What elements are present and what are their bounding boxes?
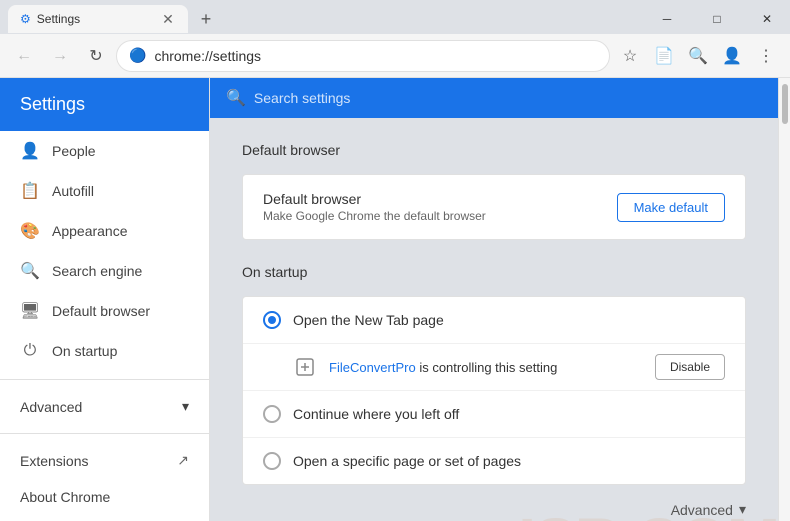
active-tab[interactable]: ⚙ Settings ✕ bbox=[8, 5, 188, 33]
site-icon: 🔵 bbox=[129, 47, 146, 64]
about-chrome-label: About Chrome bbox=[20, 489, 110, 505]
close-button[interactable]: ✕ bbox=[744, 3, 790, 35]
sidebar-item-about-chrome[interactable]: About Chrome bbox=[0, 479, 209, 515]
default-browser-card-subtitle: Make Google Chrome the default browser bbox=[263, 209, 617, 223]
default-browser-section-title: Default browser bbox=[242, 142, 746, 158]
advanced-chevron-icon: ▾ bbox=[182, 398, 189, 415]
bottom-chevron-icon: ▾ bbox=[739, 501, 746, 518]
profile-button[interactable]: 👤 bbox=[716, 40, 748, 72]
startup-card: Open the New Tab page FileConvertPro is … bbox=[242, 296, 746, 485]
autofill-icon: 📋 bbox=[20, 181, 40, 201]
advanced-section[interactable]: Advanced ▾ bbox=[0, 388, 209, 425]
extensions-label: Extensions bbox=[20, 453, 88, 469]
sidebar-item-people[interactable]: 👤 People bbox=[0, 131, 209, 171]
restore-button[interactable]: □ bbox=[694, 3, 740, 35]
minimize-button[interactable]: ─ bbox=[644, 3, 690, 35]
extension-name[interactable]: FileConvertPro bbox=[329, 360, 416, 375]
sidebar-item-appearance[interactable]: 🎨 Appearance bbox=[0, 211, 209, 251]
tab-close-button[interactable]: ✕ bbox=[160, 11, 176, 27]
default-browser-icon: 🖥 bbox=[20, 301, 40, 321]
bottom-advanced[interactable]: Advanced ▾ bbox=[242, 485, 746, 521]
sidebar-label-appearance: Appearance bbox=[52, 223, 128, 239]
advanced-label: Advanced bbox=[20, 399, 82, 415]
bottom-advanced-label: Advanced bbox=[671, 502, 733, 518]
reload-button[interactable]: ↻ bbox=[80, 40, 112, 72]
startup-label-specific: Open a specific page or set of pages bbox=[293, 453, 521, 469]
sidebar-title: Settings bbox=[20, 94, 85, 114]
tab-settings-icon: ⚙ bbox=[20, 12, 31, 26]
extensions-external-icon: ↗ bbox=[177, 452, 189, 469]
on-startup-icon: ⏻ bbox=[20, 341, 40, 361]
forward-button[interactable]: → bbox=[44, 40, 76, 72]
search-bar: 🔍 bbox=[210, 78, 778, 118]
default-browser-card: Default browser Make Google Chrome the d… bbox=[242, 174, 746, 240]
menu-button[interactable]: ⋮ bbox=[750, 40, 782, 72]
sidebar-label-autofill: Autofill bbox=[52, 183, 94, 199]
people-icon: 👤 bbox=[20, 141, 40, 161]
sidebar-item-on-startup[interactable]: ⏻ On startup bbox=[0, 331, 209, 371]
disable-extension-button[interactable]: Disable bbox=[655, 354, 725, 380]
sidebar-label-people: People bbox=[52, 143, 96, 159]
scrollbar[interactable] bbox=[778, 78, 790, 521]
startup-option-continue[interactable]: Continue where you left off bbox=[243, 391, 745, 438]
make-default-button[interactable]: Make default bbox=[617, 193, 725, 222]
sidebar-item-autofill[interactable]: 📋 Autofill bbox=[0, 171, 209, 211]
sidebar-item-default-browser[interactable]: 🖥 Default browser bbox=[0, 291, 209, 331]
search-input[interactable] bbox=[254, 90, 762, 106]
extension-text: FileConvertPro is controlling this setti… bbox=[329, 360, 643, 375]
search-engine-icon: 🔍 bbox=[20, 261, 40, 281]
sidebar: Settings 👤 People 📋 Autofill 🎨 Appearanc… bbox=[0, 78, 210, 521]
bookmark-button[interactable]: ☆ bbox=[614, 40, 646, 72]
main-content: 🔍 ISR.COM Default browser Default browse… bbox=[210, 78, 778, 521]
radio-continue[interactable] bbox=[263, 405, 281, 423]
sidebar-label-search-engine: Search engine bbox=[52, 263, 142, 279]
sidebar-label-on-startup: On startup bbox=[52, 343, 117, 359]
scrollbar-thumb[interactable] bbox=[782, 84, 788, 124]
sidebar-item-search-engine[interactable]: 🔍 Search engine bbox=[0, 251, 209, 291]
save-button[interactable]: 📄 bbox=[648, 40, 680, 72]
back-button[interactable]: ← bbox=[8, 40, 40, 72]
address-text: chrome://settings bbox=[154, 48, 261, 64]
extension-icon bbox=[293, 355, 317, 379]
sidebar-divider bbox=[0, 379, 209, 380]
sidebar-label-default-browser: Default browser bbox=[52, 303, 150, 319]
new-tab-button[interactable]: + bbox=[192, 5, 220, 33]
startup-label-continue: Continue where you left off bbox=[293, 406, 459, 422]
address-bar[interactable]: 🔵 chrome://settings bbox=[116, 40, 610, 72]
extension-notice-row: FileConvertPro is controlling this setti… bbox=[243, 344, 745, 391]
startup-option-new-tab[interactable]: Open the New Tab page bbox=[243, 297, 745, 344]
tab-title: Settings bbox=[37, 12, 80, 26]
default-browser-card-title: Default browser bbox=[263, 191, 617, 207]
startup-section-title: On startup bbox=[242, 264, 746, 280]
appearance-icon: 🎨 bbox=[20, 221, 40, 241]
sidebar-divider-2 bbox=[0, 433, 209, 434]
search-icon: 🔍 bbox=[226, 88, 246, 108]
extensions-item[interactable]: Extensions ↗ bbox=[0, 442, 209, 479]
zoom-button[interactable]: 🔍 bbox=[682, 40, 714, 72]
startup-option-specific[interactable]: Open a specific page or set of pages bbox=[243, 438, 745, 484]
sidebar-header: Settings bbox=[0, 78, 209, 131]
radio-specific[interactable] bbox=[263, 452, 281, 470]
radio-new-tab[interactable] bbox=[263, 311, 281, 329]
startup-label-new-tab: Open the New Tab page bbox=[293, 312, 444, 328]
extension-notice: is controlling this setting bbox=[416, 360, 558, 375]
